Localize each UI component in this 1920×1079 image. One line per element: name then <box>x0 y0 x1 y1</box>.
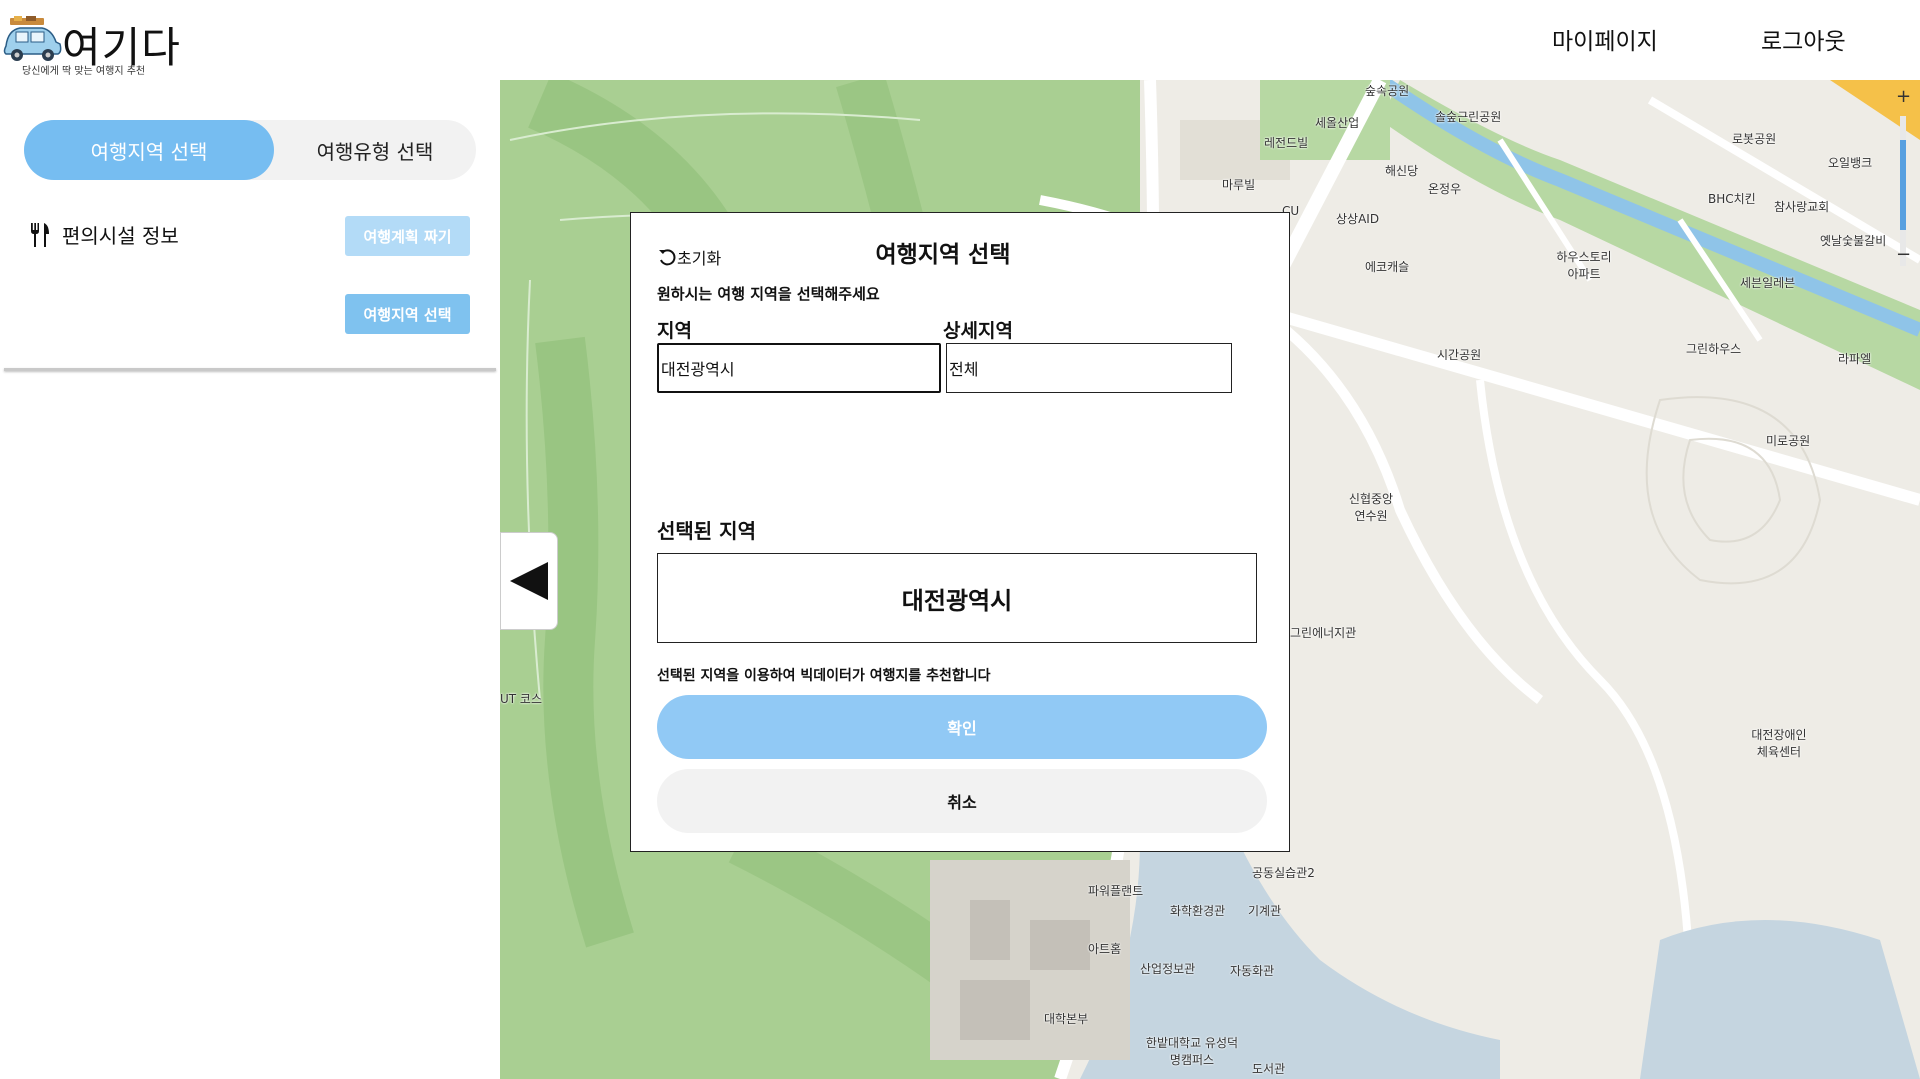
region-select[interactable]: 대전광역시 <box>657 343 941 393</box>
confirm-button[interactable]: 확인 <box>657 695 1267 759</box>
map-label: UT 코스 <box>500 692 543 706</box>
sidebar-divider <box>4 368 496 371</box>
region-select-modal: 초기화 여행지역 선택 원하시는 여행 지역을 선택해주세요 지역 상세지역 대… <box>630 212 1290 852</box>
selected-region-label: 선택된 지역 <box>657 519 756 543</box>
map-label: 기계관 <box>1248 904 1282 918</box>
map-label: 대학본부 <box>1044 1012 1089 1026</box>
map-label: 오일뱅크 <box>1828 156 1873 170</box>
facility-label: 편의시설 정보 <box>62 224 179 248</box>
map-label: 산업정보관 <box>1140 962 1196 976</box>
detail-region-select[interactable]: 전체 <box>946 343 1232 393</box>
modal-title: 여행지역 선택 <box>631 235 1291 269</box>
map-label: 화학환경관 <box>1170 904 1226 918</box>
detail-region-label: 상세지역 <box>943 320 1013 342</box>
map-label: 자동화관 <box>1230 964 1275 978</box>
sidebar-tabs: 여행지역 선택 여행유형 선택 <box>24 120 476 180</box>
map-label: 상상AID <box>1336 212 1380 226</box>
map-label: 솔숲근린공원 <box>1435 110 1502 124</box>
svg-text:+: + <box>1896 86 1911 107</box>
map-label: 세올산업 <box>1315 116 1360 130</box>
sidebar: 여행지역 선택 여행유형 선택 편의시설 정보 여행계획 짜기 여행지역 선택 <box>0 80 497 371</box>
map-label: 에코캐슬 <box>1365 260 1410 274</box>
map-label: 세븐일레븐 <box>1740 276 1796 290</box>
map-label: 하우스토리 아파트 <box>1556 250 1612 281</box>
region-label: 지역 <box>657 320 692 342</box>
map-label: 시간공원 <box>1437 348 1482 362</box>
map-label: 마루빌 <box>1222 178 1256 192</box>
selected-region-value: 대전광역시 <box>657 553 1257 643</box>
recommendation-info: 선택된 지역을 이용하여 빅데이터가 여행지를 추천합니다 <box>657 668 991 684</box>
arrow-left-icon <box>510 562 548 600</box>
tab-region-select[interactable]: 여행지역 선택 <box>24 120 274 180</box>
tab-type-select[interactable]: 여행유형 선택 <box>274 120 476 180</box>
map-label: 도서관 <box>1252 1062 1286 1076</box>
cancel-button[interactable]: 취소 <box>657 769 1267 833</box>
modal-description: 원하시는 여행 지역을 선택해주세요 <box>657 285 880 303</box>
facility-info[interactable]: 편의시설 정보 <box>28 220 179 249</box>
map-label: 미로공원 <box>1766 434 1811 448</box>
map-label: 대전장애인 체육센터 <box>1751 728 1807 759</box>
map-label: 그린하우스 <box>1686 342 1742 356</box>
map-label: 아트홈 <box>1088 942 1122 956</box>
map-label: 해신당 <box>1385 164 1419 178</box>
region-select-button[interactable]: 여행지역 선택 <box>345 294 470 334</box>
plan-trip-button[interactable]: 여행계획 짜기 <box>345 216 470 256</box>
map-label: 그린에너지관 <box>1290 626 1357 640</box>
svg-text:−: − <box>1896 244 1911 265</box>
map-zoom-control[interactable]: + − <box>1882 80 1912 300</box>
map-label: BHC치킨 <box>1708 192 1756 206</box>
mypage-link[interactable]: 마이페이지 <box>1552 22 1658 56</box>
map-label: 라파엘 <box>1838 352 1872 366</box>
zoom-slider-icon: + − <box>1896 86 1911 266</box>
map-label: 한밭대학교 유성덕명캠퍼스 <box>1145 1036 1239 1067</box>
map-label: 파워플랜트 <box>1088 884 1144 898</box>
map-label: 온정우 <box>1428 182 1462 196</box>
map-label: 숲속공원 <box>1365 84 1410 98</box>
map-label: 로봇공원 <box>1732 132 1777 146</box>
map-label: 참사랑교회 <box>1774 200 1830 214</box>
modal-title-text: 여행지역 선택 <box>875 242 1011 268</box>
app-subtitle: 당신에게 딱 맞는 여행지 추천 <box>22 66 146 77</box>
app-header: 여기다 당신에게 딱 맞는 여행지 추천 마이페이지 로그아웃 <box>0 0 1920 80</box>
app-logo[interactable]: 여기다 당신에게 딱 맞는 여행지 추천 <box>0 12 190 78</box>
logout-link[interactable]: 로그아웃 <box>1761 22 1846 56</box>
map-label: 옛날숯불갈비 <box>1820 234 1887 248</box>
map-label: 신협중앙 연수원 <box>1348 492 1394 523</box>
map-label: 레전드빌 <box>1264 136 1309 150</box>
car-logo-icon <box>3 16 62 61</box>
restaurant-icon <box>31 222 49 247</box>
collapse-panel-button[interactable] <box>500 532 558 630</box>
map-label: 공동실습관2 <box>1252 866 1315 880</box>
